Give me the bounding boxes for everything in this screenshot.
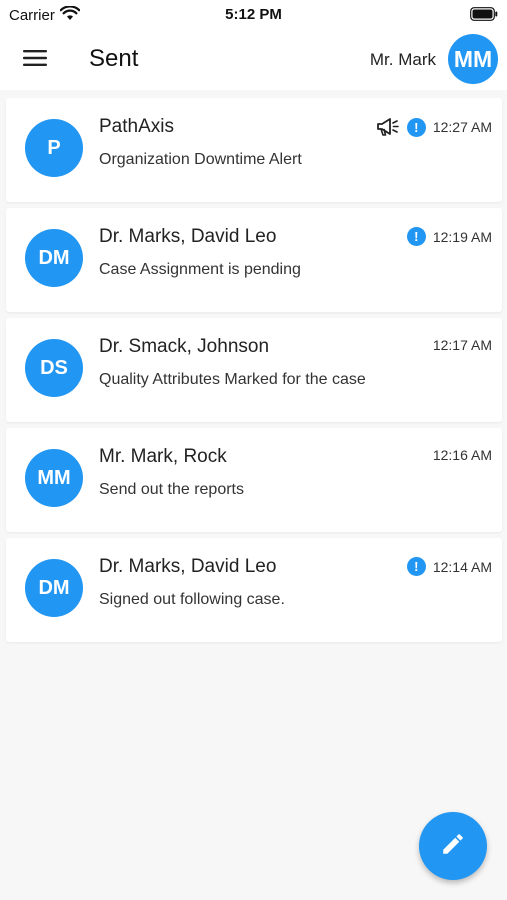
sender-avatar: DM [25,229,83,287]
message-meta: 12:17 AM [433,337,492,353]
hamburger-menu-icon [23,49,47,72]
exclamation-icon: ! [406,557,426,576]
message-meta: ! 12:19 AM [406,227,492,246]
message-subject: Send out the reports [99,481,244,498]
message-item[interactable]: DS Dr. Smack, Johnson Quality Attributes… [6,318,502,422]
sender-name: Dr. Marks, David Leo [99,556,277,577]
message-time: 12:19 AM [432,228,492,245]
message-subject: Quality Attributes Marked for the case [99,371,366,388]
megaphone-icon [376,117,400,137]
pencil-icon [440,831,466,862]
message-time: 12:17 AM [432,337,492,353]
status-time: 5:12 PM [225,6,282,23]
sender-avatar: DM [25,559,83,617]
message-item[interactable]: DM Dr. Marks, David Leo Signed out follo… [6,538,502,642]
user-name: Mr. Mark [369,50,436,69]
message-subject: Case Assignment is pending [99,261,301,278]
sender-name: PathAxis [99,116,174,137]
message-list: P PathAxis Organization Downtime Alert !… [6,98,502,648]
exclamation-icon: ! [406,117,426,137]
message-time: 12:14 AM [432,558,492,575]
message-subject: Signed out following case. [99,591,285,608]
exclamation-icon: ! [406,227,426,246]
message-subject: Organization Downtime Alert [99,151,302,168]
message-meta: 12:16 AM [433,447,492,463]
battery-icon [470,7,498,21]
message-time: 12:16 AM [432,447,492,463]
message-time: 12:27 AM [432,119,492,135]
sender-avatar: DS [25,339,83,397]
compose-button[interactable] [419,812,487,880]
page-title: Sent [89,45,139,72]
message-item[interactable]: MM Mr. Mark, Rock Send out the reports 1… [6,428,502,532]
sender-name: Dr. Marks, David Leo [99,226,277,247]
message-meta: ! 12:27 AM [376,117,492,137]
message-meta: ! 12:14 AM [406,557,492,576]
sender-avatar: P [25,119,83,177]
message-item[interactable]: DM Dr. Marks, David Leo Case Assignment … [6,208,502,312]
menu-button[interactable] [20,46,50,74]
app-bar: Sent Mr. Mark MM [0,30,507,90]
message-item[interactable]: P PathAxis Organization Downtime Alert !… [6,98,502,202]
sender-avatar: MM [25,449,83,507]
sender-name: Dr. Smack, Johnson [99,336,270,357]
sender-name: Mr. Mark, Rock [99,446,227,467]
user-avatar[interactable]: MM [448,34,498,84]
status-bar: Carrier 5:12 PM [0,0,507,30]
